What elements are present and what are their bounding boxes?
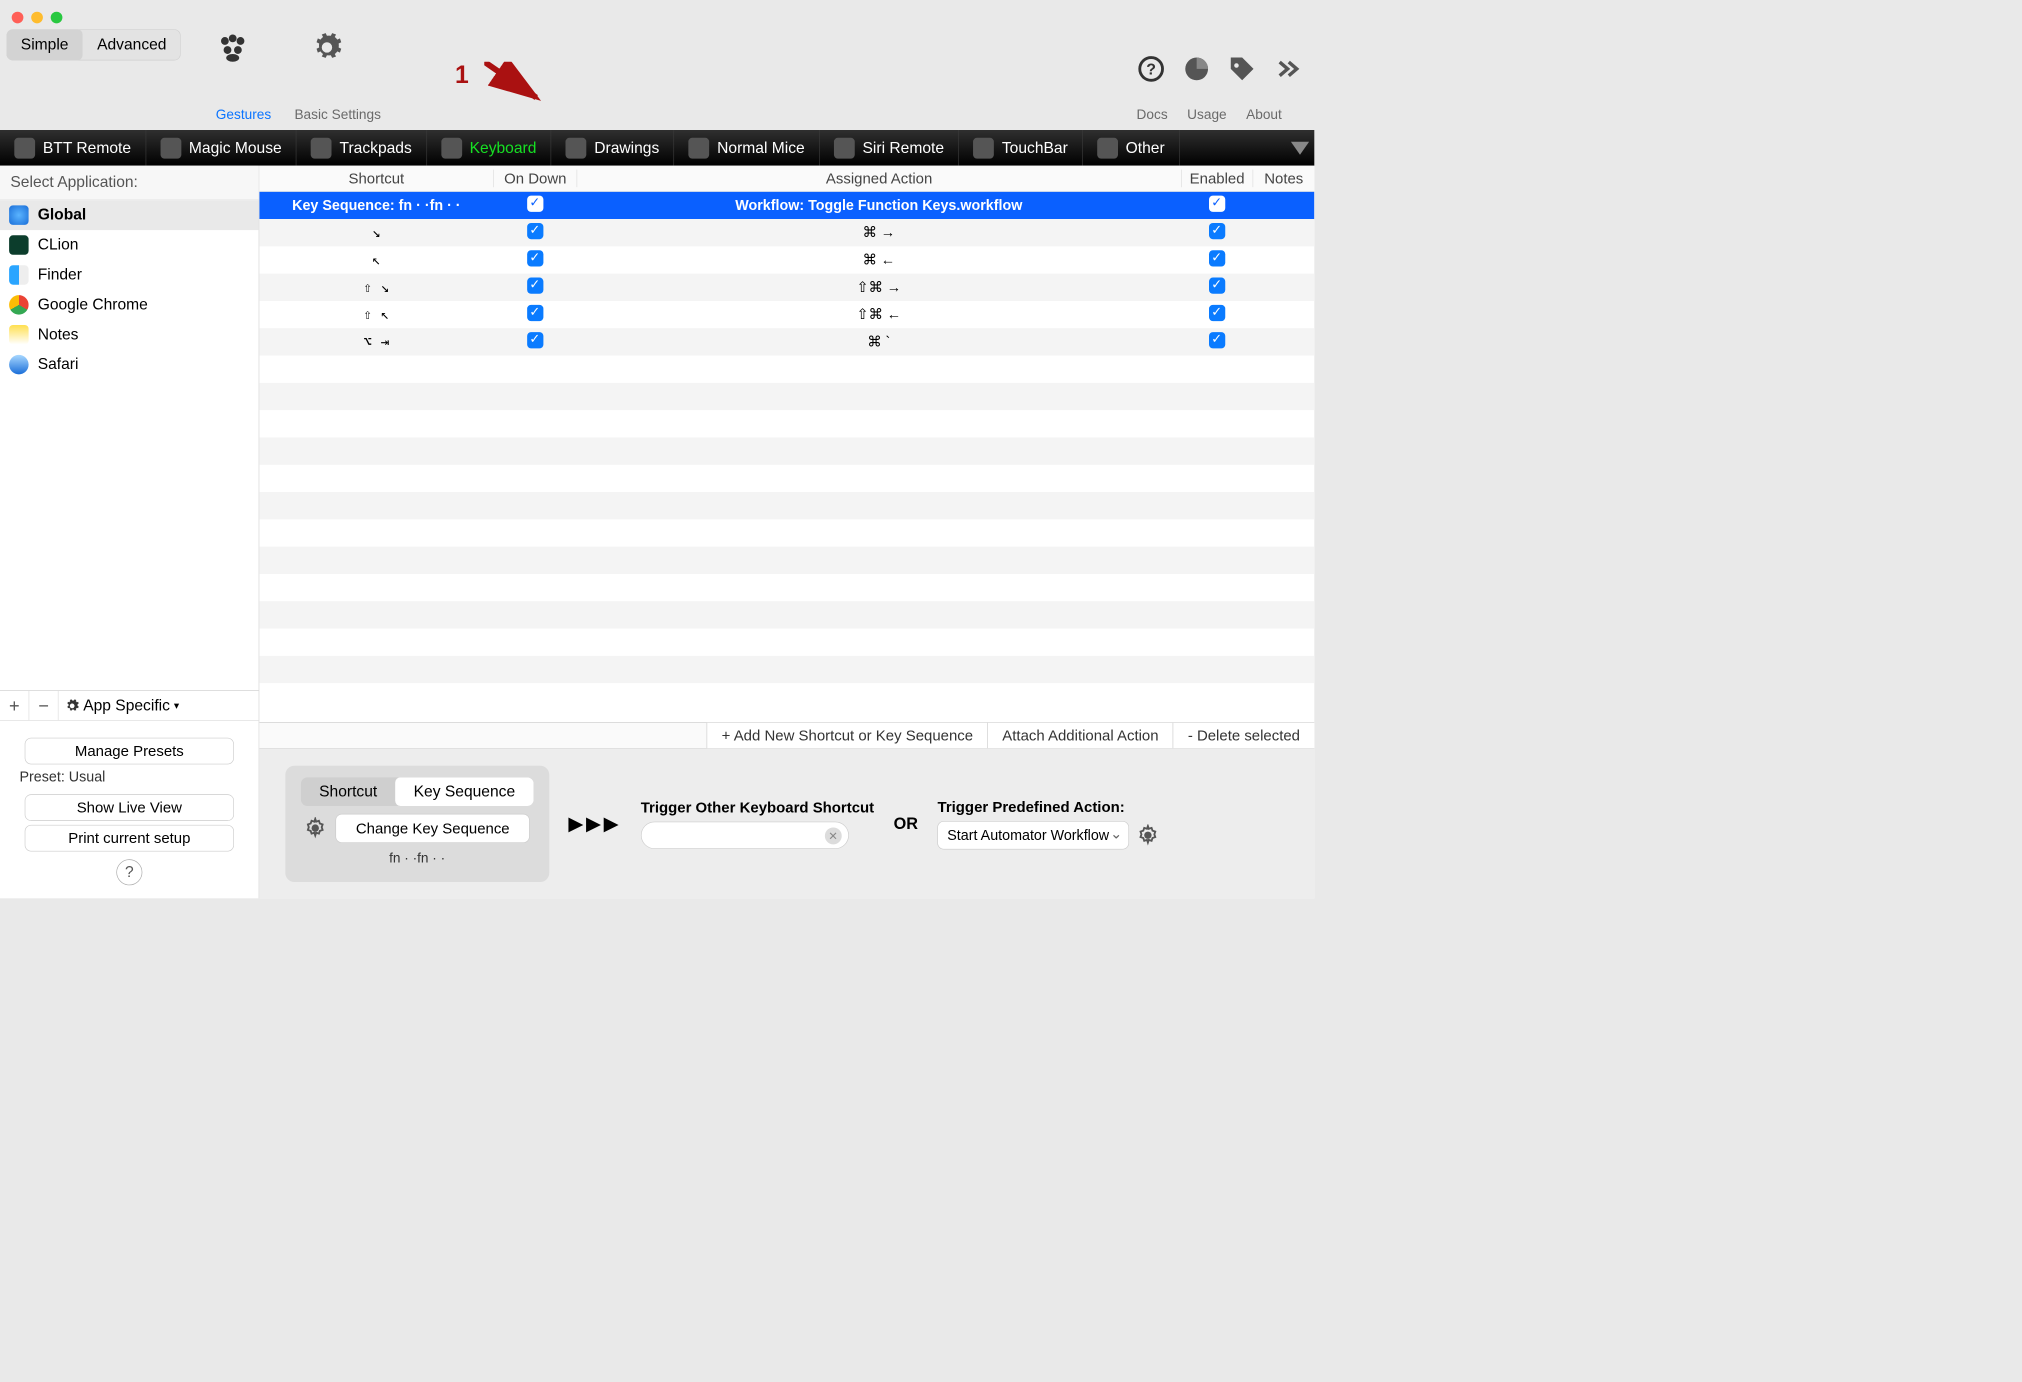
table-row[interactable]: ⌥ ⇥⌘ ` bbox=[259, 328, 1314, 355]
table-row-empty bbox=[259, 629, 1314, 656]
help-button[interactable]: ? bbox=[116, 859, 142, 885]
gestures-icon[interactable] bbox=[214, 29, 250, 65]
nav-overflow-icon[interactable] bbox=[1291, 141, 1309, 154]
add-shortcut-button[interactable]: + Add New Shortcut or Key Sequence bbox=[707, 723, 988, 748]
header-area: Simple Advanced Gestures Basic Settings … bbox=[0, 0, 1314, 130]
or-label: OR bbox=[894, 814, 918, 833]
help-icon[interactable]: ? bbox=[1138, 55, 1165, 82]
table-row-empty bbox=[259, 383, 1314, 410]
nav-btt-remote[interactable]: BTT Remote bbox=[0, 130, 146, 166]
docs-link[interactable]: Docs bbox=[1137, 107, 1168, 123]
col-shortcut[interactable]: Shortcut bbox=[259, 170, 493, 188]
app-global[interactable]: Global bbox=[0, 200, 259, 230]
nav-normal-mice[interactable]: Normal Mice bbox=[674, 130, 819, 166]
shortcuts-table-area: Shortcut On Down Assigned Action Enabled… bbox=[259, 166, 1314, 899]
stats-icon[interactable] bbox=[1183, 55, 1210, 82]
table-row-empty bbox=[259, 519, 1314, 546]
table-row[interactable]: ↘⌘ → bbox=[259, 219, 1314, 246]
annotation-1-number: 1 bbox=[455, 62, 469, 90]
table-row-empty bbox=[259, 656, 1314, 683]
table-row-empty bbox=[259, 492, 1314, 519]
trigger-other-label: Trigger Other Keyboard Shortcut bbox=[641, 799, 874, 817]
app-google-chrome[interactable]: Google Chrome bbox=[0, 290, 259, 320]
table-row-empty bbox=[259, 601, 1314, 628]
gear-icon[interactable] bbox=[305, 817, 327, 839]
table-row-empty bbox=[259, 574, 1314, 601]
trigger-type-nav: BTT RemoteMagic MouseTrackpadsKeyboardDr… bbox=[0, 130, 1314, 166]
show-live-view-button[interactable]: Show Live View bbox=[25, 794, 234, 821]
mode-segment[interactable]: Simple Advanced bbox=[7, 29, 181, 60]
print-setup-button[interactable]: Print current setup bbox=[25, 825, 234, 852]
nav-other[interactable]: Other bbox=[1083, 130, 1180, 166]
editor-panel: Shortcut Key Sequence Change Key Sequenc… bbox=[259, 749, 1314, 899]
preset-label: Preset: Usual bbox=[20, 768, 246, 785]
mode-simple[interactable]: Simple bbox=[7, 29, 83, 60]
about-link[interactable]: About bbox=[1246, 107, 1282, 123]
table-row[interactable]: ↖⌘ ← bbox=[259, 246, 1314, 273]
table-row-empty bbox=[259, 547, 1314, 574]
mode-advanced[interactable]: Advanced bbox=[83, 29, 181, 60]
application-list: GlobalCLionFinderGoogle ChromeNotesSafar… bbox=[0, 200, 259, 690]
tag-icon[interactable] bbox=[1229, 55, 1256, 82]
add-app-button[interactable]: + bbox=[0, 691, 29, 720]
basic-settings-icon[interactable] bbox=[309, 29, 345, 65]
table-action-bar: + Add New Shortcut or Key Sequence Attac… bbox=[259, 722, 1314, 749]
gear-icon bbox=[65, 698, 79, 712]
table-row[interactable]: Key Sequence: fn · ·fn · ·Workflow: Togg… bbox=[259, 192, 1314, 219]
usage-link[interactable]: Usage bbox=[1187, 107, 1226, 123]
col-notes[interactable]: Notes bbox=[1253, 170, 1315, 188]
remove-app-button[interactable]: − bbox=[29, 691, 58, 720]
trigger-other-input[interactable]: ✕ bbox=[641, 821, 849, 848]
col-assigned[interactable]: Assigned Action bbox=[577, 170, 1181, 188]
svg-text:?: ? bbox=[1146, 62, 1156, 79]
manage-presets-button[interactable]: Manage Presets bbox=[25, 738, 234, 765]
nav-touchbar[interactable]: TouchBar bbox=[959, 130, 1083, 166]
table-row[interactable]: ⇧ ↘⇧⌘ → bbox=[259, 274, 1314, 301]
attach-action-button[interactable]: Attach Additional Action bbox=[987, 723, 1173, 748]
predefined-action-select[interactable]: Start Automator Workflow bbox=[938, 821, 1130, 850]
app-finder[interactable]: Finder bbox=[0, 260, 259, 290]
chevrons-icon[interactable] bbox=[1274, 55, 1301, 82]
basic-settings-label[interactable]: Basic Settings bbox=[294, 107, 381, 123]
seg-shortcut[interactable]: Shortcut bbox=[301, 777, 396, 806]
col-ondown[interactable]: On Down bbox=[493, 170, 576, 188]
nav-drawings[interactable]: Drawings bbox=[551, 130, 674, 166]
key-sequence-display: fn · ·fn · · bbox=[389, 851, 445, 867]
app-specific-dropdown[interactable]: App Specific▾ bbox=[58, 696, 258, 714]
gestures-label[interactable]: Gestures bbox=[216, 107, 271, 123]
app-notes[interactable]: Notes bbox=[0, 320, 259, 350]
app-sidebar: Select Application: GlobalCLionFinderGoo… bbox=[0, 166, 259, 899]
nav-siri-remote[interactable]: Siri Remote bbox=[820, 130, 959, 166]
table-header: Shortcut On Down Assigned Action Enabled… bbox=[259, 166, 1314, 192]
seg-keysequence[interactable]: Key Sequence bbox=[395, 777, 533, 806]
nav-magic-mouse[interactable]: Magic Mouse bbox=[146, 130, 297, 166]
shortcut-mode-segment[interactable]: Shortcut Key Sequence bbox=[301, 777, 533, 806]
table-row-empty bbox=[259, 465, 1314, 492]
change-key-sequence-button[interactable]: Change Key Sequence bbox=[336, 813, 530, 842]
select-application-header: Select Application: bbox=[0, 166, 259, 200]
table-row[interactable]: ⇧ ↖⇧⌘ ← bbox=[259, 301, 1314, 328]
table-body[interactable]: Key Sequence: fn · ·fn · ·Workflow: Togg… bbox=[259, 192, 1314, 722]
table-row-empty bbox=[259, 356, 1314, 383]
table-row-empty bbox=[259, 437, 1314, 464]
col-enabled[interactable]: Enabled bbox=[1181, 170, 1253, 188]
flow-arrows-icon: ▶▶▶ bbox=[568, 812, 621, 835]
predefined-action-label: Trigger Predefined Action: bbox=[938, 798, 1160, 816]
table-row-empty bbox=[259, 410, 1314, 437]
nav-keyboard[interactable]: Keyboard bbox=[427, 130, 552, 166]
clear-icon[interactable]: ✕ bbox=[825, 827, 842, 844]
delete-selected-button[interactable]: - Delete selected bbox=[1173, 723, 1314, 748]
app-safari[interactable]: Safari bbox=[0, 350, 259, 380]
app-clion[interactable]: CLion bbox=[0, 230, 259, 260]
annotation-1-arrow bbox=[484, 62, 556, 107]
nav-trackpads[interactable]: Trackpads bbox=[297, 130, 427, 166]
gear-icon[interactable] bbox=[1137, 824, 1159, 846]
